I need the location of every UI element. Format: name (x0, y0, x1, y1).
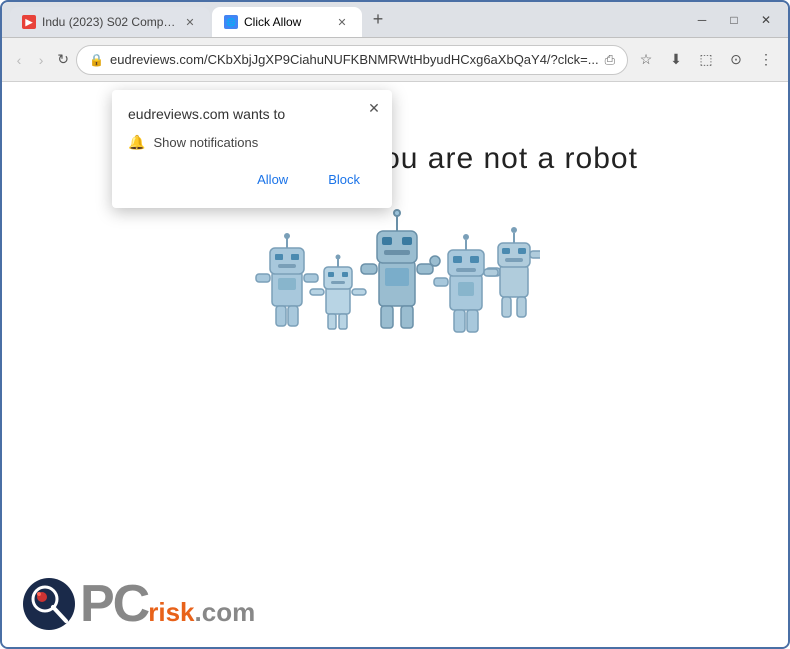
pcrisk-text: PC risk .com (80, 578, 255, 630)
dotcom-text: .com (195, 599, 256, 625)
menu-button[interactable]: ⋮ (752, 46, 780, 74)
robots-svg (250, 206, 540, 336)
reload-button[interactable]: ↻ (54, 46, 72, 74)
robot-illustration (250, 206, 540, 336)
popup-title: eudreviews.com wants to (128, 106, 356, 122)
allow-button[interactable]: Allow (241, 167, 304, 192)
bell-icon: 🔔 (128, 134, 145, 151)
pcrisk-logo-icon (22, 577, 76, 631)
bookmark-button[interactable]: ☆ (632, 46, 660, 74)
window-controls: ─ □ ✕ (688, 6, 780, 34)
close-button[interactable]: ✕ (752, 6, 780, 34)
permission-popup: ✕ eudreviews.com wants to 🔔 Show notific… (112, 90, 392, 208)
page-content: ✕ eudreviews.com wants to 🔔 Show notific… (2, 82, 788, 647)
profile-button[interactable]: ⊙ (722, 46, 750, 74)
download-button[interactable]: ⬇ (662, 46, 690, 74)
risk-text: risk (148, 599, 194, 625)
pcrisk-footer: PC risk .com (22, 577, 255, 631)
popup-buttons: Allow Block (128, 167, 376, 192)
url-text: eudreviews.com/CKbXbjJgXP9CiahuNUFKBNMRW… (110, 52, 599, 67)
tab1-title: Indu (2023) S02 Complete Benga (42, 15, 176, 29)
tab2-favicon: 🌐 (224, 15, 238, 29)
back-button[interactable]: ‹ (10, 46, 28, 74)
maximize-button[interactable]: □ (720, 6, 748, 34)
tab-area: ▶ Indu (2023) S02 Complete Benga ✕ 🌐 Cli… (10, 2, 688, 37)
tab1-favicon: ▶ (22, 15, 36, 29)
block-button[interactable]: Block (312, 167, 376, 192)
notification-label: Show notifications (153, 135, 258, 150)
browser-window: ▶ Indu (2023) S02 Complete Benga ✕ 🌐 Cli… (0, 0, 790, 649)
extensions-button[interactable]: ⬚ (692, 46, 720, 74)
pc-text: PC (80, 578, 148, 630)
tab2-title: Click Allow (244, 15, 328, 29)
tab-2[interactable]: 🌐 Click Allow ✕ (212, 7, 362, 37)
popup-close-button[interactable]: ✕ (364, 98, 384, 118)
tab1-close[interactable]: ✕ (182, 14, 198, 30)
forward-button[interactable]: › (32, 46, 50, 74)
toolbar-right: ☆ ⬇ ⬚ ⊙ ⋮ (632, 46, 780, 74)
new-tab-button[interactable]: + (364, 6, 392, 34)
minimize-button[interactable]: ─ (688, 6, 716, 34)
tab-1[interactable]: ▶ Indu (2023) S02 Complete Benga ✕ (10, 7, 210, 37)
tab2-close[interactable]: ✕ (334, 14, 350, 30)
notification-row: 🔔 Show notifications (128, 134, 376, 151)
address-bar[interactable]: 🔒 eudreviews.com/CKbXbjJgXP9CiahuNUFKBNM… (76, 45, 628, 75)
share-icon[interactable]: ⎙ (605, 52, 615, 68)
lock-icon: 🔒 (89, 53, 104, 67)
toolbar: ‹ › ↻ 🔒 eudreviews.com/CKbXbjJgXP9CiahuN… (2, 38, 788, 82)
title-bar: ▶ Indu (2023) S02 Complete Benga ✕ 🌐 Cli… (2, 2, 788, 38)
